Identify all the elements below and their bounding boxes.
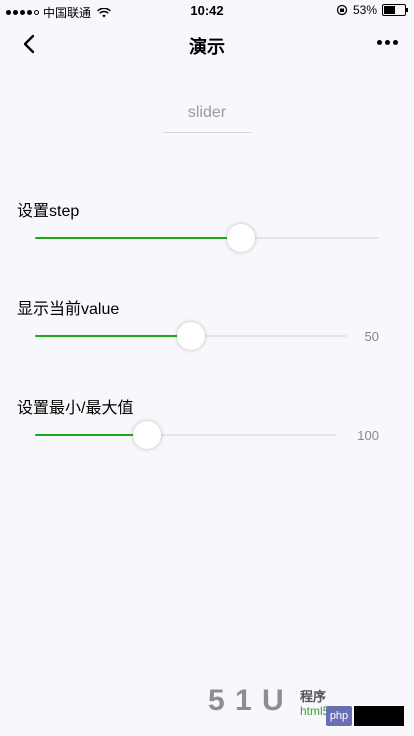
watermark-block [354,706,404,726]
watermark-text: 5 1 U [208,684,285,717]
more-dots-icon[interactable] [377,40,398,45]
slider-minmax-label: 设置最小/最大值 [17,400,134,417]
status-bar: 中国联通 10:42 53% [0,0,414,22]
slider-step-label: 设置step [17,203,80,220]
page-title: 演示 [189,37,225,57]
slider-current-value: 50 [364,329,379,344]
nav-bar: 演示 [0,22,414,66]
page-heading: slider [163,104,251,133]
slider-track-fill [35,237,241,239]
battery-percent: 53% [352,3,377,17]
slider-show-value[interactable] [35,322,347,350]
status-right: 53% [336,3,408,17]
slider-track-fill [35,335,191,337]
battery-fill [384,6,395,14]
orientation-lock-icon [336,4,348,16]
watermark-logo: 5 1 U 程序 html5 php [208,684,404,728]
watermark-html: html5 [300,704,330,718]
slider-thumb[interactable] [133,421,161,449]
slider-track-fill [35,434,147,436]
slider-thumb[interactable] [227,224,255,252]
watermark-php: php [326,706,352,726]
slider-min-max[interactable] [35,421,337,449]
battery-icon [382,4,408,16]
slider-step[interactable] [35,224,379,252]
slider-max-value: 100 [357,428,379,443]
slider-value-label: 显示当前value [17,301,120,318]
watermark-small: 程序 [300,689,327,704]
slider-thumb[interactable] [177,322,205,350]
